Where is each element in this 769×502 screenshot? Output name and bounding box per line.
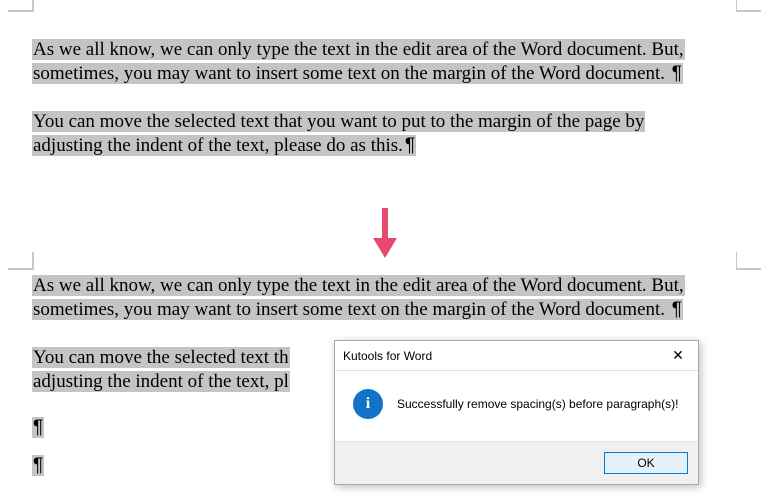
dialog-titlebar[interactable]: Kutools for Word ✕ [335,341,698,371]
arrow-down [0,206,769,265]
pilcrow-icon: ¶ [32,417,44,438]
arrow-down-icon [365,206,405,260]
para2-line1: You can move the selected text that you … [32,111,645,132]
para1-line1: As we all know, we can only type the tex… [32,39,685,60]
doc-before-text: As we all know, we can only type the tex… [32,38,735,158]
page-margin-marks-top [0,0,769,14]
dialog-message: Successfully remove spacing(s) before pa… [397,397,678,411]
dialog-title: Kutools for Word [343,349,658,363]
dialog-footer: OK [335,441,698,484]
para1-line2: sometimes, you may want to insert some t… [32,63,671,84]
close-button[interactable]: ✕ [658,341,698,371]
pilcrow-icon: ¶ [32,455,44,476]
dialog-body: i Successfully remove spacing(s) before … [335,371,698,441]
page-margin-marks-top [0,258,769,272]
pilcrow-icon: ¶ [671,63,683,84]
close-icon: ✕ [672,347,684,364]
ok-button[interactable]: OK [604,452,688,474]
para1-line2: sometimes, you may want to insert some t… [32,299,671,320]
para2-line2: adjusting the indent of the text, please… [32,135,404,156]
pilcrow-icon: ¶ [671,299,683,320]
para2-line1-truncated: You can move the selected text th [32,347,290,368]
para2-line2-truncated: adjusting the indent of the text, pl [32,371,290,392]
document-before: As we all know, we can only type the tex… [0,0,769,200]
info-icon: i [353,389,383,419]
info-icon-glyph: i [366,395,370,413]
message-dialog: Kutools for Word ✕ i Successfully remove… [334,340,699,485]
pilcrow-icon: ¶ [404,135,416,156]
para1-line1: As we all know, we can only type the tex… [32,275,685,296]
